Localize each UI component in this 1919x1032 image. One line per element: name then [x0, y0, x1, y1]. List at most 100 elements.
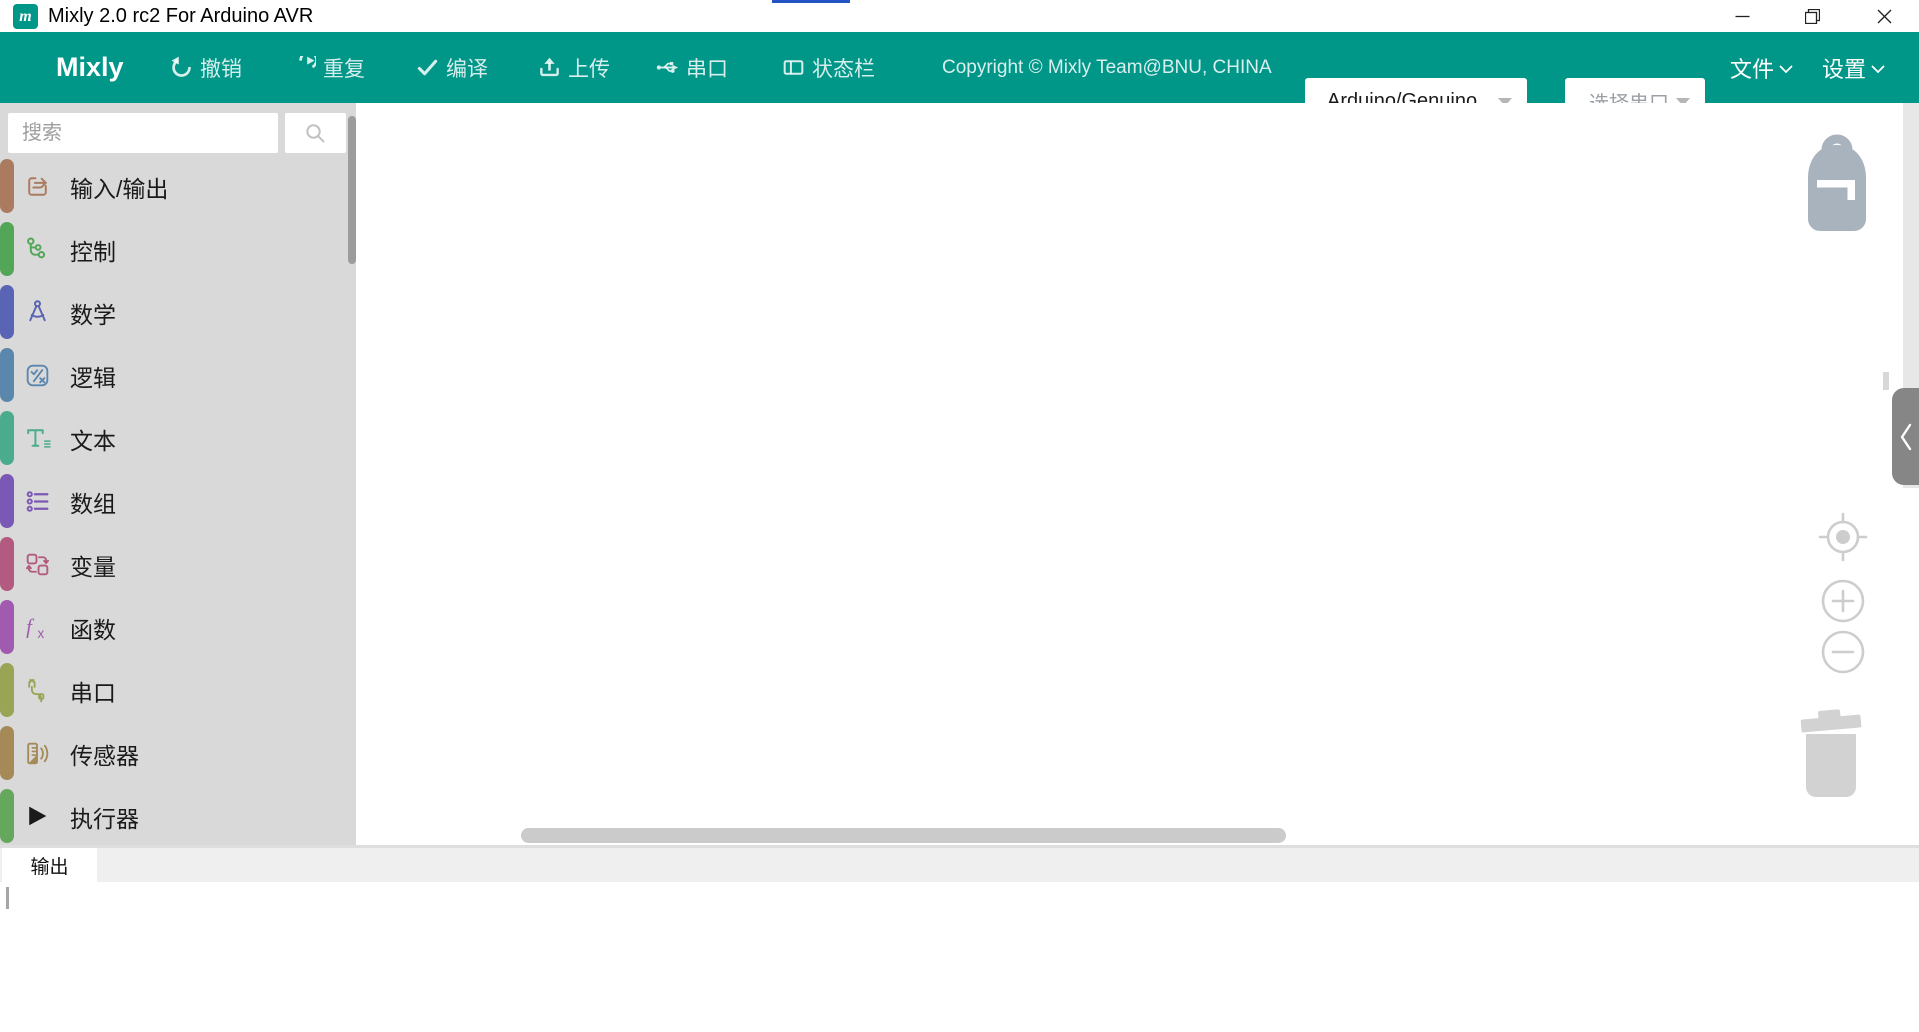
control-icon — [23, 235, 52, 264]
horizontal-scrollbar[interactable] — [521, 828, 1286, 843]
minimize-icon — [1735, 9, 1750, 24]
redo-label: 重复 — [323, 53, 365, 83]
output-panel[interactable] — [0, 882, 1919, 1032]
text-icon — [23, 424, 52, 453]
sidebar-item-variable[interactable]: 变量 — [0, 533, 346, 596]
sidebar-item-label: 传感器 — [70, 737, 139, 771]
compile-icon — [416, 56, 439, 79]
statusbar-button[interactable]: 状态栏 — [782, 32, 875, 103]
sidebar-item-label: 数组 — [70, 485, 116, 519]
sidebar-item-control[interactable]: 控制 — [0, 218, 346, 281]
app-window: m Mixly 2.0 rc2 For Arduino AVR Mixly — [0, 0, 1919, 1032]
undo-icon — [170, 56, 193, 79]
chevron-left-icon — [1898, 422, 1914, 452]
sidebar-item-sensor[interactable]: 传感器 — [0, 722, 346, 785]
blocks-sidebar: 输入/输出 控制 — [0, 103, 356, 845]
restore-icon — [1805, 9, 1820, 24]
compile-label: 编译 — [446, 53, 488, 83]
array-icon — [23, 487, 52, 516]
close-icon — [1877, 9, 1892, 24]
redo-button[interactable]: 重复 — [293, 32, 365, 103]
upload-button[interactable]: 上传 — [538, 32, 610, 103]
io-icon — [23, 172, 52, 201]
sidebar-item-label: 函数 — [70, 611, 116, 645]
category-color-pill — [0, 348, 14, 402]
sidebar-item-function[interactable]: f x 函数 — [0, 596, 346, 659]
file-menu[interactable]: 文件 — [1730, 32, 1793, 103]
svg-text:x: x — [38, 626, 45, 641]
accent-line — [772, 0, 850, 3]
sidebar-scrollbar-thumb[interactable] — [348, 116, 356, 264]
statusbar-icon — [782, 56, 805, 79]
category-color-pill — [0, 726, 14, 780]
math-icon — [23, 298, 52, 327]
file-menu-label: 文件 — [1730, 52, 1774, 84]
serialport-icon — [23, 676, 52, 705]
sidebar-item-label: 文本 — [70, 422, 116, 456]
sidebar-item-text[interactable]: 文本 — [0, 407, 346, 470]
category-color-pill — [0, 663, 14, 717]
sidebar-item-actuator[interactable]: 执行器 — [0, 785, 346, 848]
sidebar-item-math[interactable]: 数学 — [0, 281, 346, 344]
compile-button[interactable]: 编译 — [416, 32, 488, 103]
sidebar-item-label: 控制 — [70, 233, 116, 267]
sidebar-item-label: 输入/输出 — [70, 170, 168, 204]
minimize-button[interactable] — [1727, 2, 1757, 30]
variable-icon — [23, 550, 52, 579]
logic-icon — [23, 361, 52, 390]
function-icon: f x — [23, 613, 52, 642]
vertical-scrollbar-thumb[interactable] — [1883, 372, 1889, 390]
sidebar-item-logic[interactable]: 逻辑 — [0, 344, 346, 407]
category-color-pill — [0, 537, 14, 591]
sensor-icon — [23, 739, 52, 768]
category-color-pill — [0, 159, 14, 213]
sidebar-item-label: 逻辑 — [70, 359, 116, 393]
mixly-logo-icon: m — [13, 4, 38, 29]
zoom-out-icon[interactable] — [1820, 629, 1866, 675]
collapse-panel-button[interactable] — [1892, 388, 1919, 485]
svg-text:f: f — [26, 617, 35, 639]
category-color-pill — [0, 411, 14, 465]
category-color-pill — [0, 285, 14, 339]
tab-output[interactable]: 输出 — [2, 848, 97, 882]
sidebar-item-label: 串口 — [70, 674, 116, 708]
workspace-canvas[interactable] — [356, 103, 1919, 845]
sidebar-item-serialport[interactable]: 串口 — [0, 659, 346, 722]
output-caret — [6, 887, 9, 909]
sidebar-item-io[interactable]: 输入/输出 — [0, 155, 346, 218]
sidebar-item-label: 变量 — [70, 548, 116, 582]
restore-button[interactable] — [1797, 2, 1827, 30]
chevron-down-icon — [1779, 65, 1793, 74]
redo-icon — [293, 56, 316, 79]
sidebar-item-array[interactable]: 数组 — [0, 470, 346, 533]
title-bar: m Mixly 2.0 rc2 For Arduino AVR — [0, 0, 1919, 32]
sidebar-item-label: 数学 — [70, 296, 116, 330]
tab-output-label: 输出 — [30, 852, 68, 879]
search-button[interactable] — [285, 113, 346, 153]
trash-icon[interactable] — [1799, 705, 1863, 800]
undo-button[interactable]: 撤销 — [170, 32, 242, 103]
actuator-icon — [23, 802, 52, 831]
category-color-pill — [0, 789, 14, 843]
search-input[interactable] — [8, 113, 278, 153]
statusbar-label: 状态栏 — [812, 53, 875, 83]
zoom-in-icon[interactable] — [1820, 578, 1866, 624]
search-icon — [304, 122, 327, 145]
serial-button[interactable]: 串口 — [656, 32, 728, 103]
settings-menu[interactable]: 设置 — [1822, 32, 1885, 103]
brand-label: Mixly — [56, 32, 124, 103]
close-button[interactable] — [1869, 2, 1899, 30]
backpack-icon[interactable] — [1805, 133, 1869, 233]
target-icon[interactable] — [1817, 511, 1869, 563]
window-title: Mixly 2.0 rc2 For Arduino AVR — [48, 0, 313, 32]
copyright-text: Copyright © Mixly Team@BNU, CHINA — [942, 32, 1272, 103]
category-color-pill — [0, 600, 14, 654]
category-color-pill — [0, 222, 14, 276]
upload-label: 上传 — [568, 53, 610, 83]
serial-icon — [656, 56, 679, 79]
mixly-logo-letter: m — [19, 9, 31, 25]
output-tabbar: 输出 — [0, 848, 1919, 882]
chevron-down-icon — [1871, 65, 1885, 74]
category-color-pill — [0, 474, 14, 528]
main-toolbar: Mixly 撤销 重复 编译 — [0, 32, 1919, 103]
